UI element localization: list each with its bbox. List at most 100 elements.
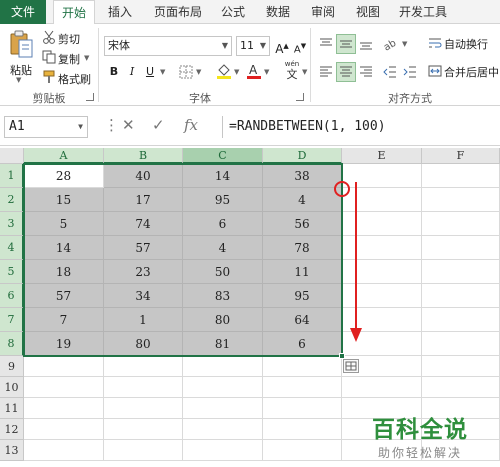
merge-center-icon[interactable] (428, 64, 442, 78)
insert-function-icon[interactable]: fx (184, 116, 198, 134)
font-size-select[interactable]: 11 ▼ (236, 36, 270, 56)
cell-a6[interactable]: 57 (24, 284, 104, 308)
borders-dropdown-icon[interactable]: ▼ (196, 68, 201, 76)
cut-button-label[interactable]: 剪切 (58, 31, 80, 47)
row-header-9[interactable]: 9 (0, 356, 24, 377)
tab-page-layout[interactable]: 页面布局 (148, 0, 208, 24)
cell-b2[interactable]: 17 (104, 188, 183, 212)
row-header-5[interactable]: 5 (0, 260, 24, 284)
select-all-corner[interactable] (0, 148, 24, 164)
cell-b13[interactable] (104, 440, 183, 461)
tab-file[interactable]: 文件 (0, 0, 46, 24)
cell-b1[interactable]: 40 (104, 164, 183, 188)
row-header-8[interactable]: 8 (0, 332, 24, 356)
merge-center-button[interactable]: 合并后居中 (444, 64, 499, 80)
row-header-6[interactable]: 6 (0, 284, 24, 308)
tab-view[interactable]: 视图 (350, 0, 386, 24)
cell-a8[interactable]: 19 (24, 332, 104, 356)
column-header-d[interactable]: D (263, 148, 342, 164)
cell-a3[interactable]: 5 (24, 212, 104, 236)
cell-e5[interactable] (342, 260, 422, 284)
cell-b9[interactable] (104, 356, 183, 377)
font-launcher-icon[interactable] (296, 93, 304, 101)
cell-c1[interactable]: 14 (183, 164, 263, 188)
tab-insert[interactable]: 插入 (102, 0, 138, 24)
orientation-dropdown-icon[interactable]: ▼ (402, 40, 407, 48)
cell-e3[interactable] (342, 212, 422, 236)
row-header-13[interactable]: 13 (0, 440, 24, 461)
cell-a13[interactable] (24, 440, 104, 461)
row-header-7[interactable]: 7 (0, 308, 24, 332)
row-header-4[interactable]: 4 (0, 236, 24, 260)
phonetic-dropdown-icon[interactable]: ▼ (302, 68, 307, 76)
tab-review[interactable]: 审阅 (305, 0, 341, 24)
copy-button-label[interactable]: 复制 (58, 51, 80, 67)
cell-b4[interactable]: 57 (104, 236, 183, 260)
align-top-icon[interactable] (318, 36, 334, 52)
cell-d1[interactable]: 38 (263, 164, 342, 188)
cell-f10[interactable] (422, 377, 500, 398)
cut-icon[interactable] (42, 30, 56, 44)
formula-input[interactable]: =RANDBETWEEN(1, 100) (222, 116, 500, 138)
cell-d2[interactable]: 4 (263, 188, 342, 212)
align-left-icon[interactable] (318, 64, 334, 80)
align-right-icon[interactable] (358, 64, 374, 80)
quick-analysis-icon[interactable] (343, 359, 359, 373)
enter-icon[interactable]: ✓ (152, 116, 165, 134)
shrink-font-button[interactable]: A▼ (292, 38, 308, 55)
cell-d11[interactable] (263, 398, 342, 419)
row-header-1[interactable]: 1 (0, 164, 24, 188)
format-painter-icon[interactable] (42, 70, 56, 84)
cell-c3[interactable]: 6 (183, 212, 263, 236)
align-center-icon[interactable] (336, 62, 356, 82)
cell-f2[interactable] (422, 188, 500, 212)
cell-d8[interactable]: 6 (263, 332, 342, 356)
cell-d13[interactable] (263, 440, 342, 461)
cell-f4[interactable] (422, 236, 500, 260)
cell-c8[interactable]: 81 (183, 332, 263, 356)
cell-d7[interactable]: 64 (263, 308, 342, 332)
cell-a10[interactable] (24, 377, 104, 398)
font-name-select[interactable]: 宋体 ▼ (104, 36, 232, 56)
cell-a5[interactable]: 18 (24, 260, 104, 284)
underline-dropdown-icon[interactable]: ▼ (160, 68, 165, 76)
column-header-b[interactable]: B (104, 148, 183, 164)
cell-e2[interactable] (342, 188, 422, 212)
cell-e6[interactable] (342, 284, 422, 308)
font-color-icon[interactable]: A (246, 62, 262, 80)
row-header-12[interactable]: 12 (0, 419, 24, 440)
wrap-text-button[interactable]: 自动换行 (444, 36, 488, 52)
tab-developer[interactable]: 开发工具 (395, 0, 451, 24)
cell-b5[interactable]: 23 (104, 260, 183, 284)
clipboard-launcher-icon[interactable] (86, 93, 94, 101)
increase-indent-icon[interactable] (402, 64, 418, 80)
cell-f8[interactable] (422, 332, 500, 356)
cell-a11[interactable] (24, 398, 104, 419)
column-header-e[interactable]: E (342, 148, 422, 164)
cell-b6[interactable]: 34 (104, 284, 183, 308)
cell-f5[interactable] (422, 260, 500, 284)
row-header-3[interactable]: 3 (0, 212, 24, 236)
cell-f1[interactable] (422, 164, 500, 188)
copy-icon[interactable] (42, 50, 56, 64)
cell-d9[interactable] (263, 356, 342, 377)
tab-home[interactable]: 开始 (53, 0, 95, 25)
cell-c7[interactable]: 80 (183, 308, 263, 332)
cell-c5[interactable]: 50 (183, 260, 263, 284)
cell-b3[interactable]: 74 (104, 212, 183, 236)
cell-a4[interactable]: 14 (24, 236, 104, 260)
phonetic-icon[interactable]: wén 文 (282, 60, 302, 82)
cell-f6[interactable] (422, 284, 500, 308)
cell-e4[interactable] (342, 236, 422, 260)
cell-f9[interactable] (422, 356, 500, 377)
paste-icon[interactable] (8, 30, 34, 60)
cell-a2[interactable]: 15 (24, 188, 104, 212)
cancel-icon[interactable]: ✕ (122, 116, 135, 134)
wrap-text-icon[interactable] (428, 36, 442, 50)
cell-c10[interactable] (183, 377, 263, 398)
name-box[interactable]: A1 ▼ (4, 116, 88, 138)
column-header-c[interactable]: C (183, 148, 263, 164)
fill-color-dropdown-icon[interactable]: ▼ (234, 68, 239, 76)
copy-dropdown-icon[interactable]: ▼ (84, 54, 89, 62)
cell-a9[interactable] (24, 356, 104, 377)
